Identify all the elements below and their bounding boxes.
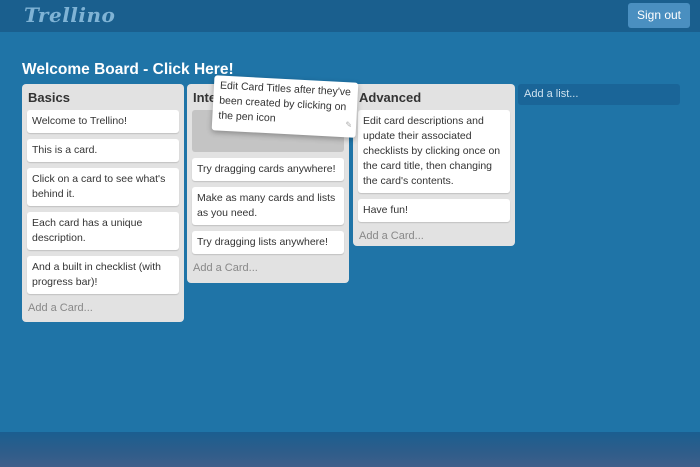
card[interactable]: And a built in checklist (with progress … xyxy=(27,256,179,294)
card[interactable]: This is a card. xyxy=(27,139,179,162)
dragging-card[interactable]: Edit Card Titles after they've been crea… xyxy=(211,75,359,138)
dragging-card-text: Edit Card Titles after they've been crea… xyxy=(218,79,352,125)
footer-bar xyxy=(0,432,700,467)
add-card-button[interactable]: Add a Card... xyxy=(192,260,344,274)
card[interactable]: Welcome to Trellino! xyxy=(27,110,179,133)
add-card-button[interactable]: Add a Card... xyxy=(358,228,510,242)
card[interactable]: Edit card descriptions and update their … xyxy=(358,110,510,193)
board-title[interactable]: Welcome Board - Click Here! xyxy=(22,61,234,79)
app-logo[interactable]: Trellino xyxy=(24,3,115,27)
card[interactable]: Click on a card to see what's behind it. xyxy=(27,168,179,206)
card[interactable]: Have fun! xyxy=(358,199,510,222)
card[interactable]: Each card has a unique description. xyxy=(27,212,179,250)
list-advanced[interactable]: Advanced Edit card descriptions and upda… xyxy=(353,84,515,246)
card[interactable]: Try dragging lists anywhere! xyxy=(192,231,344,254)
add-card-button[interactable]: Add a Card... xyxy=(27,300,179,314)
top-bar: Trellino Sign out xyxy=(0,0,700,32)
pen-icon[interactable]: ✎ xyxy=(345,117,352,132)
add-list-button[interactable]: Add a list... xyxy=(518,84,680,105)
list-title[interactable]: Basics xyxy=(27,84,179,110)
sign-out-button[interactable]: Sign out xyxy=(628,3,690,28)
list-basics[interactable]: Basics Welcome to Trellino! This is a ca… xyxy=(22,84,184,322)
card[interactable]: Make as many cards and lists as you need… xyxy=(192,187,344,225)
card[interactable]: Try dragging cards anywhere! xyxy=(192,158,344,181)
list-title[interactable]: Advanced xyxy=(358,84,510,110)
